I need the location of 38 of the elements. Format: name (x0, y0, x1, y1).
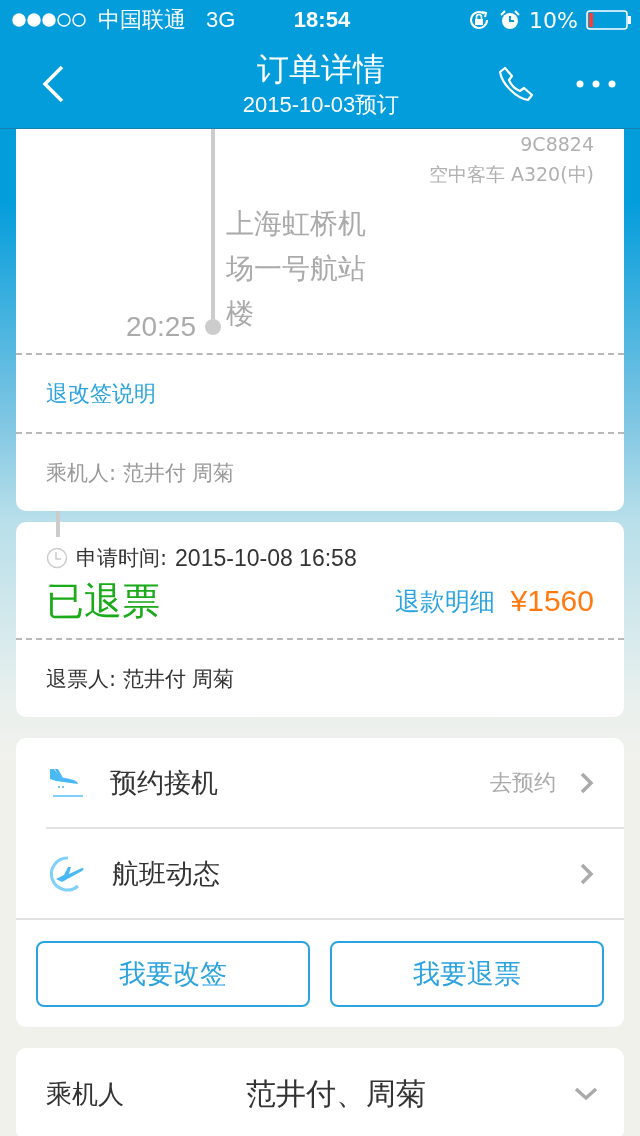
network-type: 3G (206, 7, 236, 33)
clock-time: 18:54 (293, 7, 351, 33)
apply-label: 申请时间: (76, 545, 168, 572)
timeline-dot (205, 319, 221, 335)
refund-amount: ¥1560 (510, 584, 594, 618)
service-label: 预约接机 (110, 765, 219, 800)
service-item[interactable]: 航班动态 (16, 829, 624, 920)
clock-icon (46, 547, 68, 569)
back-button[interactable] (40, 64, 66, 104)
service-action: 去预约 (490, 768, 556, 797)
more-icon[interactable] (576, 79, 616, 89)
flight-number: 9C8824 (520, 132, 594, 157)
aircraft-type: 空中客车 A320(中) (428, 162, 594, 187)
passenger-names: 乘机人: 范井付 周菊 (46, 459, 235, 487)
chevron-right-icon (580, 771, 594, 794)
passenger-value: 范井付、周菊 (246, 1074, 427, 1113)
page-title: 订单详情 (257, 49, 385, 90)
order-date: 2015-10-03预订 (242, 91, 400, 119)
apply-time: 2015-10-08 16:58 (175, 544, 357, 572)
battery-percent: 10% (529, 7, 578, 33)
carrier-name: 中国联通 (98, 6, 186, 34)
refund-rules-link[interactable]: 退改签说明 (46, 378, 156, 409)
passenger-label: 乘机人 (46, 1077, 125, 1111)
refund-detail-link[interactable]: 退款明细 (394, 584, 495, 618)
battery-icon (586, 10, 632, 30)
passenger-row[interactable]: 乘机人 范井付、周菊 (16, 1048, 624, 1136)
phone-icon[interactable] (496, 64, 536, 104)
alarm-icon (499, 9, 522, 31)
service-item[interactable]: 预约接机 去预约 (46, 738, 624, 829)
action-button[interactable]: 我要退票 (330, 941, 604, 1007)
service-label: 航班动态 (112, 856, 221, 891)
action-button[interactable]: 我要改签 (36, 941, 310, 1007)
chevron-right-icon (580, 862, 594, 885)
arrival-airport: 上海虹桥机场一号航站楼 (226, 206, 367, 332)
chevron-down-icon[interactable] (574, 1087, 598, 1101)
arrival-time: 20:25 (125, 311, 196, 343)
refund-status: 已退票 (46, 577, 161, 625)
refund-passengers: 退票人: 范井付 周菊 (46, 665, 235, 693)
